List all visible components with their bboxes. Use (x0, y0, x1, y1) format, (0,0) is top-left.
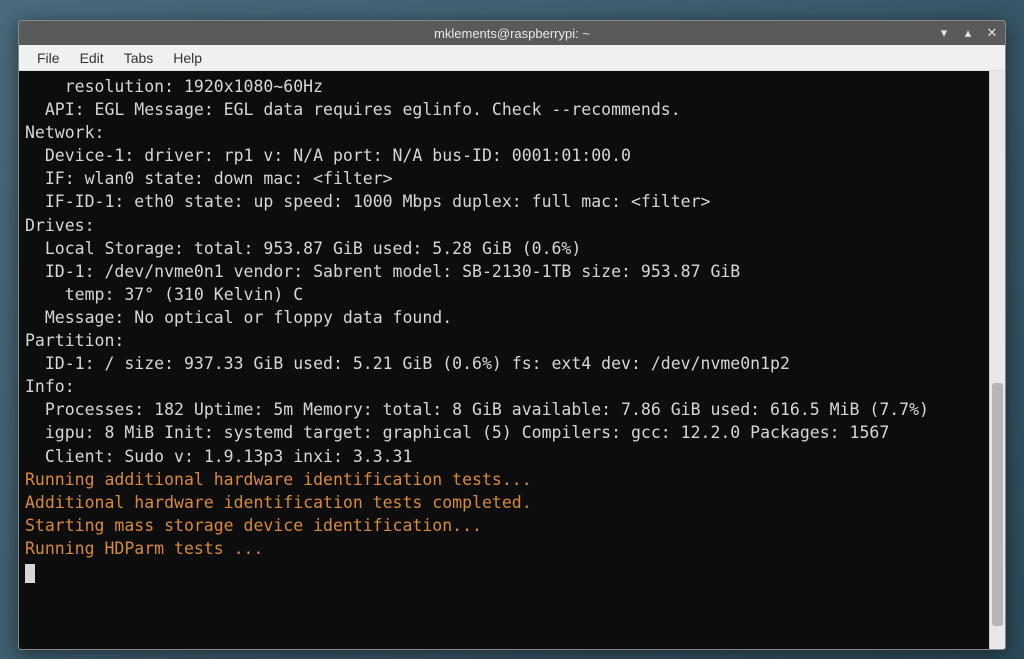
minimize-icon[interactable]: ▾ (937, 25, 951, 41)
term-line: IF-ID-1: eth0 state: up speed: 1000 Mbps… (25, 190, 999, 213)
window-controls: ▾ ▴ ✕ (937, 25, 999, 41)
term-line: temp: 37° (310 Kelvin) C (25, 283, 999, 306)
titlebar[interactable]: mklements@raspberrypi: ~ ▾ ▴ ✕ (19, 21, 1005, 45)
term-line: Client: Sudo v: 1.9.13p3 inxi: 3.3.31 (25, 445, 999, 468)
term-line-status: Starting mass storage device identificat… (25, 514, 999, 537)
menu-tabs[interactable]: Tabs (114, 47, 164, 69)
menu-help[interactable]: Help (163, 47, 212, 69)
close-icon[interactable]: ✕ (985, 25, 999, 41)
term-line: resolution: 1920x1080~60Hz (25, 75, 999, 98)
term-line: Partition: (25, 329, 999, 352)
term-line: igpu: 8 MiB Init: systemd target: graphi… (25, 421, 999, 444)
window-title: mklements@raspberrypi: ~ (434, 26, 590, 41)
term-line: Local Storage: total: 953.87 GiB used: 5… (25, 237, 999, 260)
scroll-thumb[interactable] (992, 383, 1003, 626)
menu-file[interactable]: File (27, 47, 70, 69)
term-line: ID-1: / size: 937.33 GiB used: 5.21 GiB … (25, 352, 999, 375)
term-line: Processes: 182 Uptime: 5m Memory: total:… (25, 398, 999, 421)
term-line: API: EGL Message: EGL data requires egli… (25, 98, 999, 121)
cursor (25, 564, 35, 583)
terminal-body[interactable]: resolution: 1920x1080~60Hz API: EGL Mess… (19, 71, 1005, 649)
scrollbar[interactable] (989, 71, 1005, 649)
menubar: File Edit Tabs Help (19, 45, 1005, 71)
term-line: Network: (25, 121, 999, 144)
maximize-icon[interactable]: ▴ (961, 25, 975, 41)
term-line: ID-1: /dev/nvme0n1 vendor: Sabrent model… (25, 260, 999, 283)
term-line: Message: No optical or floppy data found… (25, 306, 999, 329)
term-line: Device-1: driver: rp1 v: N/A port: N/A b… (25, 144, 999, 167)
terminal-window: mklements@raspberrypi: ~ ▾ ▴ ✕ File Edit… (18, 20, 1006, 650)
term-line-status: Running additional hardware identificati… (25, 468, 999, 491)
term-line: Drives: (25, 214, 999, 237)
menu-edit[interactable]: Edit (70, 47, 114, 69)
term-line-status: Running HDParm tests ... (25, 537, 999, 560)
term-line-status: Additional hardware identification tests… (25, 491, 999, 514)
term-line: IF: wlan0 state: down mac: <filter> (25, 167, 999, 190)
term-line: Info: (25, 375, 999, 398)
